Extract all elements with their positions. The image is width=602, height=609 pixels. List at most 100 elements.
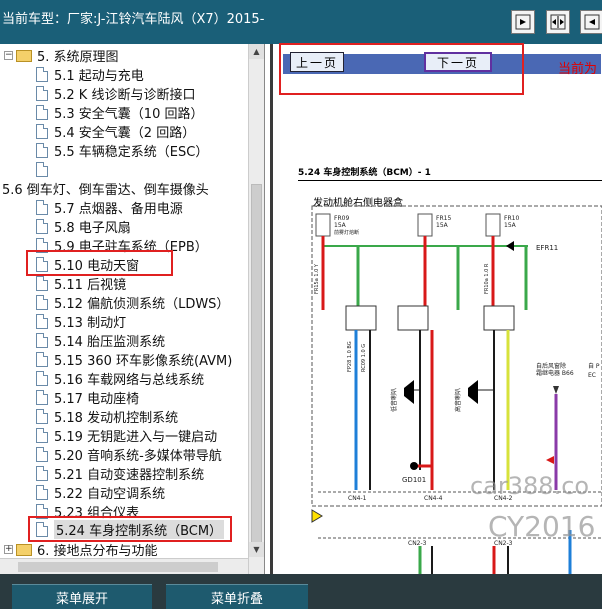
tree-item[interactable]: 5.17 电动座椅: [36, 388, 139, 407]
tree-horizontal-scrollbar[interactable]: [0, 558, 248, 574]
tree-item-label: 5.3 安全气囊（10 回路）: [54, 107, 204, 122]
document-icon: [36, 390, 48, 405]
folder-icon: [16, 543, 32, 556]
tree-item[interactable]: 5.12 偏航侦测系统（LDWS）: [36, 293, 229, 312]
right-label-2: 霜继电器 B66: [536, 369, 574, 377]
tree-item-label: 6. 接地点分布与功能: [37, 544, 158, 559]
tree-item[interactable]: 5.14 胎压监测系统: [36, 331, 165, 350]
scroll-down-icon[interactable]: ▼: [249, 542, 264, 557]
folder-icon: [16, 49, 32, 62]
fuse-fr15-name: FR15: [436, 215, 451, 222]
tree-item[interactable]: 5.11 后视镜: [36, 274, 126, 293]
document-icon: [36, 200, 48, 215]
relay-2-icon: [397, 305, 429, 331]
document-icon: [36, 143, 48, 158]
document-icon: [36, 466, 48, 481]
document-icon: [36, 295, 48, 310]
tree-item[interactable]: 5.16 车载网络与总线系统: [36, 369, 204, 388]
tree-item-label: 5.6 倒车灯、倒车雷达、倒车摄像头: [2, 183, 209, 198]
document-icon: [36, 105, 48, 120]
ground-arrow-icon: [506, 241, 514, 251]
document-icon: [36, 162, 48, 177]
expand-view-button[interactable]: [580, 10, 602, 34]
tree-item[interactable]: 5.22 自动空调系统: [36, 483, 165, 502]
right-label-1: 自后风窗除: [536, 362, 566, 370]
tree-item[interactable]: 5.19 无钥匙进入与一键启动: [36, 426, 217, 445]
tree-item[interactable]: [36, 160, 54, 179]
document-icon: [36, 67, 48, 82]
fuse-fr15-rating: 15A: [436, 222, 449, 229]
document-icon: [36, 485, 48, 500]
tree-item-label: 5.1 起动与充电: [54, 69, 144, 84]
tree-item-label: 5.7 点烟器、备用电源: [54, 202, 183, 217]
watermark-site: car388.co: [470, 472, 590, 500]
vehicle-title: 当前车型：厂家:J-江铃汽车陆风（X7）2015-: [2, 12, 265, 27]
split-view-icon: [515, 14, 531, 30]
fuse-fr09-rating: 15A: [334, 222, 347, 229]
document-icon: [36, 428, 48, 443]
fuse-fr10-icon: [485, 213, 501, 237]
tree-vertical-scrollbar[interactable]: ▲ ▼: [248, 44, 264, 574]
diagram-title: 5.24 车身控制系统（BCM）- 1: [298, 168, 431, 178]
menu-collapse-button[interactable]: 菜单折叠: [166, 584, 308, 609]
ground-point-label: GD101: [402, 476, 426, 484]
tree-item[interactable]: 5.2 K 线诊断与诊断接口: [36, 84, 195, 103]
document-icon: [36, 333, 48, 348]
fuse-fr10-rating: 15A: [504, 222, 517, 229]
tree-item[interactable]: 5.8 电子风扇: [36, 217, 131, 236]
fuse-fr09-icon: [315, 213, 331, 237]
fuse-fr15-icon: [417, 213, 433, 237]
split-view-button[interactable]: [511, 10, 535, 34]
tree-folder-6[interactable]: + 6. 接地点分布与功能: [4, 540, 158, 559]
tree-item[interactable]: 5.4 安全气囊（2 回路）: [36, 122, 195, 141]
connector-label: CN4-4: [424, 495, 443, 502]
highlight-box-nav: [279, 43, 524, 95]
tree-folder-5[interactable]: − 5. 系统原理图: [4, 46, 119, 65]
watermark-code: CY2016: [488, 510, 596, 543]
high-horn-icon: [468, 380, 478, 404]
tree-item[interactable]: 5.5 车辆稳定系统（ESC）: [36, 141, 208, 160]
tree-item[interactable]: 5.15 360 环车影像系统(AVM): [36, 350, 232, 369]
ground-point-icon: [410, 462, 418, 470]
high-horn-label: 高音喇叭: [454, 388, 462, 412]
tree-item-label: 5.4 安全气囊（2 回路）: [54, 126, 196, 141]
tree-item[interactable]: 5.21 自动变速器控制系统: [36, 464, 204, 483]
tree-item-label: 5.14 胎压监测系统: [54, 335, 166, 350]
diagram-title-rule: [298, 180, 602, 181]
relay-1-icon: [345, 305, 377, 331]
collapse-view-icon: [550, 14, 566, 30]
connector-marker-icon: [311, 509, 323, 523]
tree-item-label: 5.15 360 环车影像系统(AVM): [54, 354, 233, 369]
scroll-thumb[interactable]: [251, 184, 262, 554]
document-icon: [36, 86, 48, 101]
tree-item[interactable]: 5.7 点烟器、备用电源: [36, 198, 183, 217]
document-icon: [36, 352, 48, 367]
document-icon: [36, 409, 48, 424]
connector-label: CN4-1: [348, 495, 367, 502]
tree-item[interactable]: 5.13 制动灯: [36, 312, 126, 331]
expand-toggle-icon[interactable]: +: [4, 545, 13, 554]
tree-item-label: 5.21 自动变速器控制系统: [54, 468, 205, 483]
tree-item[interactable]: 5.1 起动与充电: [36, 65, 144, 84]
document-icon: [36, 276, 48, 291]
tree-item[interactable]: 5.6 倒车灯、倒车雷达、倒车摄像头: [2, 179, 209, 198]
document-icon: [36, 124, 48, 139]
collapse-toggle-icon[interactable]: −: [4, 51, 13, 60]
scroll-up-icon[interactable]: ▲: [249, 44, 264, 59]
tree-item-label: 5.5 车辆稳定系统（ESC）: [54, 145, 209, 160]
right-label-3: 自 P: [588, 362, 600, 370]
document-icon: [36, 371, 48, 386]
tree-item-label: 5.20 音响系统-多媒体带导航: [54, 449, 222, 464]
document-icon: [36, 314, 48, 329]
right-label-4: EC: [588, 372, 596, 379]
arrow-down-icon: [553, 386, 559, 394]
collapse-view-button[interactable]: [546, 10, 570, 34]
menu-expand-button[interactable]: 菜单展开: [12, 584, 152, 609]
low-horn-label: 低音喇叭: [390, 388, 398, 412]
tree-item-label: 5.22 自动空调系统: [54, 487, 166, 502]
tree-item[interactable]: 5.18 发动机控制系统: [36, 407, 178, 426]
tree-item[interactable]: 5.20 音响系统-多媒体带导航: [36, 445, 222, 464]
tree-item[interactable]: 5.3 安全气囊（10 回路）: [36, 103, 203, 122]
scroll-thumb[interactable]: [18, 562, 218, 572]
document-icon: [36, 219, 48, 234]
